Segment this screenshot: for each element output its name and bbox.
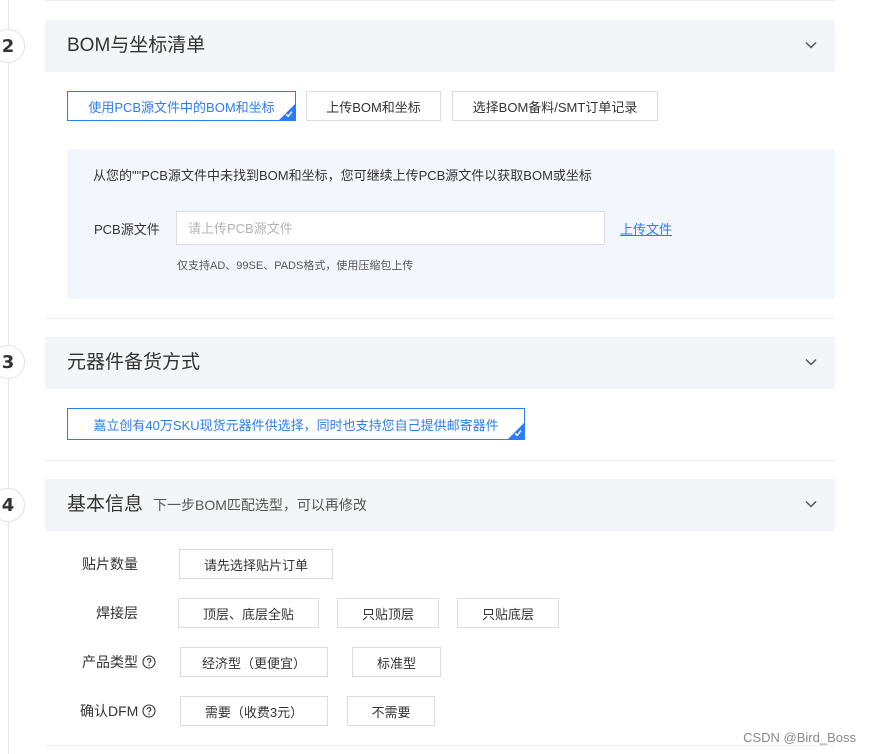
section-divider xyxy=(45,318,835,319)
step-number-badge: 4 xyxy=(0,488,25,522)
section-subtitle: 下一步BOM匹配选型，可以再修改 xyxy=(153,497,367,513)
pcb-file-input[interactable] xyxy=(176,211,605,245)
option-label: 使用PCB源文件中的BOM和坐标 xyxy=(88,99,275,115)
chevron-down-icon[interactable] xyxy=(802,36,820,54)
upload-file-link[interactable]: 上传文件 xyxy=(620,219,672,238)
option-label: 请先选择贴片订单 xyxy=(203,557,308,573)
option-label: 选择BOM备料/SMT订单记录 xyxy=(472,99,638,115)
option-label: 上传BOM和坐标 xyxy=(326,99,421,115)
chevron-down-icon[interactable] xyxy=(802,495,820,513)
option-label: 顶层、底层全贴 xyxy=(202,606,294,622)
quantity-select-button[interactable]: 请先选择贴片订单 xyxy=(179,549,333,579)
section-divider xyxy=(45,745,835,746)
section-title: BOM与坐标清单 xyxy=(67,35,206,56)
section-divider xyxy=(45,460,835,461)
chevron-down-icon[interactable] xyxy=(802,353,820,371)
dfm-label-text: 确认DFM xyxy=(80,703,139,719)
section-title: 基本信息 下一步BOM匹配选型，可以再修改 xyxy=(67,479,367,531)
check-icon xyxy=(285,111,293,118)
step-number: 2 xyxy=(1,35,15,57)
check-icon xyxy=(514,430,522,437)
dfm-option-required[interactable]: 需要（收费3元） xyxy=(180,696,328,726)
product-type-label-text: 产品类型 xyxy=(82,654,138,670)
watermark: CSDN @Bird_Boss xyxy=(743,730,856,745)
layer-option-bottom[interactable]: 只贴底层 xyxy=(457,598,559,628)
product-type-option-standard[interactable]: 标准型 xyxy=(352,647,441,677)
layer-option-top[interactable]: 只贴顶层 xyxy=(337,598,439,628)
layer-label: 焊接层 xyxy=(96,605,138,621)
section-title: 元器件备货方式 xyxy=(67,352,201,373)
question-circle-icon[interactable] xyxy=(142,704,156,718)
step-number-badge: 3 xyxy=(0,345,25,379)
option-label: 嘉立创有40万SKU现货元器件供选择，同时也支持您自己提供邮寄器件 xyxy=(93,417,499,433)
bom-option-upload[interactable]: 上传BOM和坐标 xyxy=(306,91,441,121)
section-header-basic-info[interactable]: 基本信息 下一步BOM匹配选型，可以再修改 xyxy=(45,479,835,531)
format-note: 仅支持AD、99SE、PADS格式，使用压缩包上传 xyxy=(177,260,414,272)
dfm-option-not-required[interactable]: 不需要 xyxy=(347,696,435,726)
layer-option-both[interactable]: 顶层、底层全贴 xyxy=(178,598,319,628)
section-header-bom[interactable]: BOM与坐标清单 xyxy=(45,20,835,72)
quantity-label: 贴片数量 xyxy=(82,556,138,572)
product-type-option-economy[interactable]: 经济型（更便宜） xyxy=(180,647,328,677)
option-label: 只贴顶层 xyxy=(361,606,414,622)
bom-option-pcb-source[interactable]: 使用PCB源文件中的BOM和坐标 xyxy=(67,91,296,121)
bom-option-select-record[interactable]: 选择BOM备料/SMT订单记录 xyxy=(452,91,658,121)
option-label: 不需要 xyxy=(371,704,411,720)
dfm-label: 确认DFM xyxy=(80,696,156,726)
option-label: 只贴底层 xyxy=(481,606,534,622)
step-number: 4 xyxy=(1,494,15,516)
section-divider xyxy=(45,0,835,1)
step-number-badge: 2 xyxy=(0,29,25,63)
option-label: 标准型 xyxy=(376,655,416,671)
pcb-file-label: PCB源文件 xyxy=(94,222,160,237)
panel-hint: 从您的""PCB源文件中未找到BOM和坐标，您可继续上传PCB源文件以获取BOM… xyxy=(93,168,592,183)
section-header-components[interactable]: 元器件备货方式 xyxy=(45,337,835,389)
section-title-text: 基本信息 xyxy=(67,494,144,515)
pcb-source-panel: 从您的""PCB源文件中未找到BOM和坐标，您可继续上传PCB源文件以获取BOM… xyxy=(67,149,835,299)
step-number: 3 xyxy=(1,351,15,373)
question-circle-icon[interactable] xyxy=(142,655,156,669)
product-type-label: 产品类型 xyxy=(82,647,156,677)
component-option-jlc-stock[interactable]: 嘉立创有40万SKU现货元器件供选择，同时也支持您自己提供邮寄器件 xyxy=(67,408,525,440)
option-label: 需要（收费3元） xyxy=(204,704,304,720)
option-label: 经济型（更便宜） xyxy=(201,655,306,671)
